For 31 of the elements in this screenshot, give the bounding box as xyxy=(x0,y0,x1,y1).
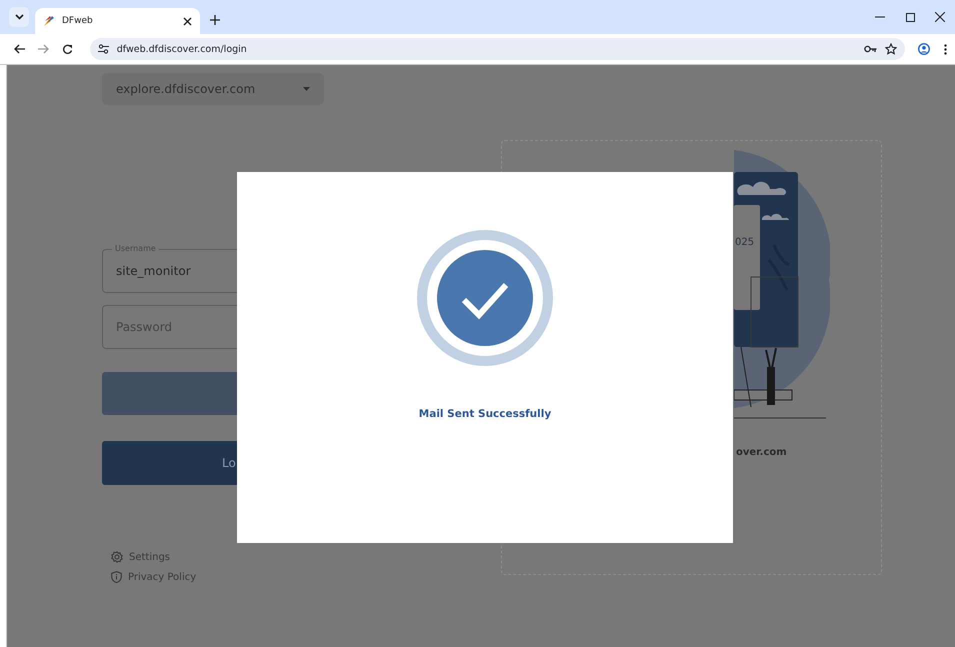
browser-tab[interactable]: DFweb xyxy=(35,8,200,34)
close-icon[interactable] xyxy=(935,12,945,22)
reload-icon[interactable] xyxy=(62,44,74,54)
new-tab-icon[interactable] xyxy=(210,15,220,25)
dropdown-caret-icon xyxy=(303,87,310,91)
settings-icon xyxy=(111,551,123,563)
menu-icon[interactable] xyxy=(944,44,947,54)
key-icon[interactable] xyxy=(864,45,878,53)
tab-search-button[interactable] xyxy=(9,7,29,27)
screen-text: 025 xyxy=(735,237,754,248)
settings-link[interactable]: Settings xyxy=(111,551,462,563)
privacy-policy-link[interactable]: Privacy Policy xyxy=(111,571,462,583)
url-text: dfweb.dfdiscover.com/login xyxy=(116,44,248,54)
site-settings-icon[interactable] xyxy=(98,44,109,54)
success-message: Mail Sent Successfully xyxy=(418,408,552,420)
tab-title: DFweb xyxy=(62,16,94,26)
back-icon[interactable] xyxy=(14,44,26,54)
address-bar[interactable]: dfweb.dfdiscover.com/login xyxy=(90,38,906,60)
server-select[interactable]: explore.dfdiscover.com xyxy=(102,73,324,105)
success-check-icon xyxy=(417,230,553,366)
profile-icon[interactable] xyxy=(918,43,930,55)
logo-icon xyxy=(43,15,55,27)
close-icon[interactable] xyxy=(183,16,192,26)
caption-text: over.com xyxy=(735,447,788,458)
maximize-icon[interactable] xyxy=(906,12,914,22)
shield-icon xyxy=(111,571,122,583)
forward-icon[interactable] xyxy=(38,44,50,54)
server-value: explore.dfdiscover.com xyxy=(116,82,256,96)
caret-icon xyxy=(14,14,24,20)
star-icon[interactable] xyxy=(885,43,898,55)
minimize-icon[interactable] xyxy=(875,16,885,18)
